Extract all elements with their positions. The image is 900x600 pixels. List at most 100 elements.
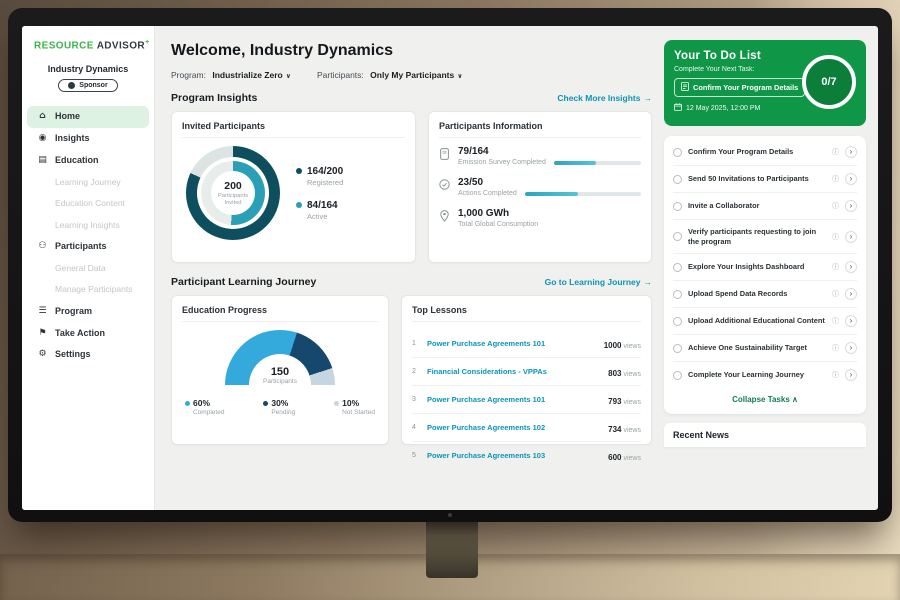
nav-item-label: Take Action bbox=[55, 329, 105, 339]
lesson-title-link[interactable]: Financial Considerations - VPPAs bbox=[427, 367, 601, 376]
nav-item-label: Participants bbox=[55, 242, 107, 252]
sidebar-item-learning-insights[interactable]: Learning Insights bbox=[27, 215, 149, 236]
task-checkbox[interactable] bbox=[673, 148, 682, 157]
task-row[interactable]: Confirm Your Program Details ⓘ › bbox=[673, 139, 857, 166]
info-icon[interactable]: ⓘ bbox=[832, 232, 839, 242]
task-checkbox[interactable] bbox=[673, 202, 682, 211]
lesson-row[interactable]: 3 Power Purchase Agreements 101 793views bbox=[412, 386, 641, 414]
task-row[interactable]: Verify participants requesting to join t… bbox=[673, 220, 857, 254]
go-to-learning-journey-link[interactable]: Go to Learning Journey→ bbox=[545, 277, 652, 287]
sidebar-item-settings[interactable]: ⚙ Settings bbox=[27, 344, 149, 366]
check-more-insights-link[interactable]: Check More Insights→ bbox=[557, 93, 652, 103]
info-icon[interactable]: ⓘ bbox=[832, 316, 839, 326]
info-icon[interactable]: ⓘ bbox=[832, 262, 839, 272]
task-row[interactable]: Send 50 Invitations to Participants ⓘ › bbox=[673, 166, 857, 193]
lesson-rank: 1 bbox=[412, 340, 420, 347]
arrow-right-icon: → bbox=[644, 277, 653, 287]
info-icon[interactable]: ⓘ bbox=[832, 147, 839, 157]
chevron-right-icon[interactable]: › bbox=[845, 342, 857, 354]
legend-dot bbox=[296, 168, 302, 174]
sidebar-item-take-action[interactable]: ⚑ Take Action bbox=[27, 323, 149, 345]
info-icon[interactable]: ⓘ bbox=[832, 201, 839, 211]
participants-filter-label: Participants: bbox=[317, 70, 364, 80]
donut-center-value: 200 bbox=[224, 180, 242, 192]
program-filter: Program: Industrialize Zero∨ bbox=[171, 70, 291, 80]
sponsor-label: Sponsor bbox=[79, 82, 107, 89]
lesson-row[interactable]: 2 Financial Considerations - VPPAs 803vi… bbox=[412, 358, 641, 386]
legend-dot bbox=[263, 401, 268, 406]
lesson-title-link[interactable]: Power Purchase Agreements 103 bbox=[427, 451, 601, 460]
chevron-down-icon: ∨ bbox=[457, 72, 462, 80]
chevron-right-icon[interactable]: › bbox=[845, 146, 857, 158]
sidebar-item-program[interactable]: ☰ Program bbox=[27, 301, 149, 323]
task-row[interactable]: Explore Your Insights Dashboard ⓘ › bbox=[673, 254, 857, 281]
actions-icon bbox=[439, 177, 450, 197]
lesson-title-link[interactable]: Power Purchase Agreements 102 bbox=[427, 423, 601, 432]
sidebar-item-education-content[interactable]: Education Content bbox=[27, 193, 149, 214]
sidebar-item-general-data[interactable]: General Data bbox=[27, 258, 149, 279]
lesson-title-link[interactable]: Power Purchase Agreements 101 bbox=[427, 395, 601, 404]
chevron-up-icon: ∧ bbox=[792, 395, 798, 404]
collapse-tasks-link[interactable]: Collapse Tasks ∧ bbox=[673, 388, 857, 410]
task-checkbox[interactable] bbox=[673, 232, 682, 241]
lesson-row[interactable]: 1 Power Purchase Agreements 101 1000view… bbox=[412, 330, 641, 358]
info-icon[interactable]: ⓘ bbox=[832, 289, 839, 299]
next-task-button[interactable]: Confirm Your Program Details bbox=[674, 78, 805, 97]
lesson-title-link[interactable]: Power Purchase Agreements 101 bbox=[427, 339, 597, 348]
nav-item-label: Home bbox=[55, 112, 80, 122]
info-icon[interactable]: ⓘ bbox=[832, 174, 839, 184]
participants-information-card: Participants Information 79/164 Emission… bbox=[428, 111, 652, 263]
task-checkbox[interactable] bbox=[673, 263, 682, 272]
task-list: Confirm Your Program Details ⓘ › Send 50… bbox=[673, 139, 857, 388]
brand-secondary: ADVISOR bbox=[97, 40, 145, 51]
top-lessons-card: Top Lessons 1 Power Purchase Agreements … bbox=[401, 295, 652, 445]
info-icon[interactable]: ⓘ bbox=[832, 370, 839, 380]
lesson-rank: 5 bbox=[412, 452, 420, 459]
chevron-right-icon[interactable]: › bbox=[845, 315, 857, 327]
chevron-right-icon[interactable]: › bbox=[845, 231, 857, 243]
photo-background: RESOURCE ADVISOR+ Industry Dynamics Spon… bbox=[0, 0, 900, 600]
lesson-row[interactable]: 4 Power Purchase Agreements 102 734views bbox=[412, 414, 641, 442]
legend-registered: 164/200 Registered bbox=[296, 166, 343, 187]
todo-progress-ring: 0/7 bbox=[802, 55, 856, 109]
gauge-legend: 60% Completed 30% Pending 10% Not Starte… bbox=[182, 398, 378, 416]
program-select[interactable]: Industrialize Zero∨ bbox=[212, 70, 291, 80]
lesson-views: 734views bbox=[608, 419, 641, 437]
sidebar-nav: ⌂ Home ◉ Insights ▤ Education Learning J… bbox=[22, 106, 154, 366]
task-checkbox[interactable] bbox=[673, 317, 682, 326]
sidebar-item-manage-participants[interactable]: Manage Participants bbox=[27, 279, 149, 300]
donut-legend: 164/200 Registered 84/164 Active bbox=[296, 166, 343, 221]
sidebar-item-insights[interactable]: ◉ Insights bbox=[27, 128, 149, 150]
chevron-right-icon[interactable]: › bbox=[845, 369, 857, 381]
participants-select[interactable]: Only My Participants∨ bbox=[370, 70, 462, 80]
gauge-center-value: 150 bbox=[225, 366, 335, 378]
task-checkbox[interactable] bbox=[673, 344, 682, 353]
todo-panel: Your To Do List Complete Your Next Task:… bbox=[664, 26, 878, 510]
bezel-logo-dot bbox=[448, 513, 452, 517]
app-window: RESOURCE ADVISOR+ Industry Dynamics Spon… bbox=[22, 26, 878, 510]
task-row[interactable]: Achieve One Sustainability Target ⓘ › bbox=[673, 335, 857, 362]
task-checkbox[interactable] bbox=[673, 290, 682, 299]
sidebar-item-education[interactable]: ▤ Education bbox=[27, 150, 149, 172]
nav-item-icon: ◉ bbox=[37, 134, 48, 144]
program-filter-label: Program: bbox=[171, 70, 206, 80]
chevron-right-icon[interactable]: › bbox=[845, 173, 857, 185]
task-row[interactable]: Invite a Collaborator ⓘ › bbox=[673, 193, 857, 220]
chevron-right-icon[interactable]: › bbox=[845, 261, 857, 273]
chevron-right-icon[interactable]: › bbox=[845, 200, 857, 212]
task-checkbox[interactable] bbox=[673, 175, 682, 184]
task-row[interactable]: Upload Additional Educational Content ⓘ … bbox=[673, 308, 857, 335]
task-checkbox[interactable] bbox=[673, 371, 682, 380]
task-row[interactable]: Upload Spend Data Records ⓘ › bbox=[673, 281, 857, 308]
stat-global-consumption: 1,000 GWh Total Global Consumption bbox=[439, 208, 641, 228]
nav-item-label: Settings bbox=[55, 350, 91, 360]
info-icon[interactable]: ⓘ bbox=[832, 343, 839, 353]
chevron-right-icon[interactable]: › bbox=[845, 288, 857, 300]
learning-journey-header: Participant Learning Journey Go to Learn… bbox=[171, 276, 652, 288]
sidebar-item-learning-journey[interactable]: Learning Journey bbox=[27, 172, 149, 193]
lesson-row[interactable]: 5 Power Purchase Agreements 103 600views bbox=[412, 442, 641, 469]
sidebar-item-home[interactable]: ⌂ Home bbox=[27, 106, 149, 128]
sidebar-item-participants[interactable]: ⚇ Participants bbox=[27, 236, 149, 258]
task-row[interactable]: Complete Your Learning Journey ⓘ › bbox=[673, 362, 857, 388]
task-label: Upload Additional Educational Content bbox=[688, 316, 826, 326]
